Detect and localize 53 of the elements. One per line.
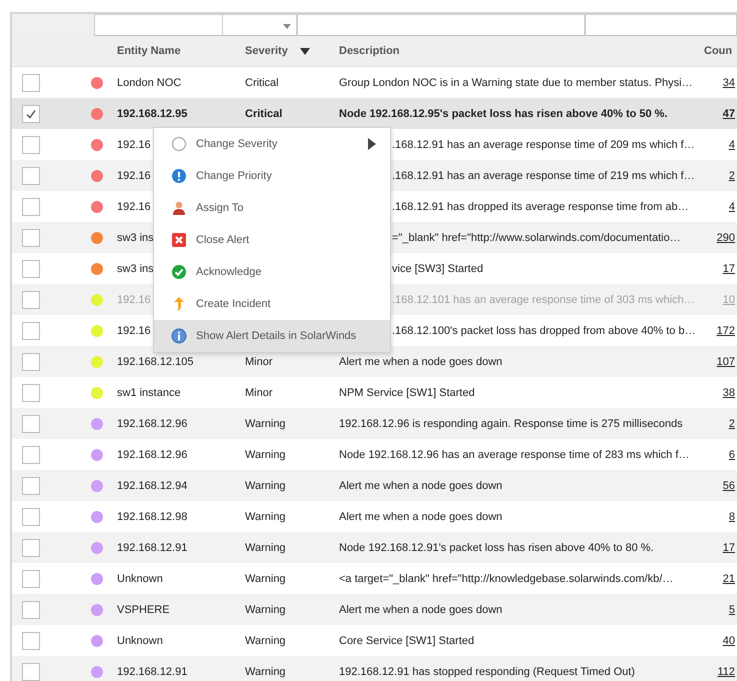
entity-name: London NOC xyxy=(117,76,182,88)
entity-name: Unknown xyxy=(117,572,163,584)
severity-text: Warning xyxy=(245,418,286,430)
entity-name: 192.16 xyxy=(117,138,151,150)
entity-name: 192.168.12.96 xyxy=(117,448,188,460)
description-text: Alert me when a node goes down xyxy=(339,604,502,616)
entity-name: 192.168.12.98 xyxy=(117,510,188,522)
entity-name: Unknown xyxy=(117,634,163,646)
entity-name: 192.168.12.105 xyxy=(117,356,194,368)
entity-name: 192.168.12.91 xyxy=(117,666,188,678)
severity-text: Warning xyxy=(245,448,286,460)
description-text: Group London NOC is in a Warning state due to member status. Physi… xyxy=(339,76,693,88)
entity-name: 192.168.12.95 xyxy=(117,108,188,120)
description-text: 192.168.12.96 is responding again. Response time is 275 milliseconds xyxy=(339,418,683,430)
description-text: 192.168.12.91 has stopped responding (Request Timed Out) xyxy=(339,666,635,678)
description-text: .168.12.101 has an average response time of 303 ms which… xyxy=(392,294,695,306)
entity-name: sw3 ins xyxy=(117,232,154,244)
description-text: NPM Service [SW1] Started xyxy=(339,386,475,398)
description-text: .168.12.91 has an average response time of 209 ms which f… xyxy=(392,138,695,150)
severity-text: Minor xyxy=(245,356,273,368)
description-text: Alert me when a node goes down xyxy=(339,356,502,368)
description-text: .168.12.91 has dropped its average response time from ab… xyxy=(392,200,689,212)
entity-name: 192.168.12.96 xyxy=(117,418,188,430)
entity-name: sw3 ins xyxy=(117,262,154,274)
description-text: vice [SW3] Started xyxy=(392,262,484,274)
severity-text: Warning xyxy=(245,666,286,678)
entity-name: 192.168.12.91 xyxy=(117,542,188,554)
description-text: Node 192.168.12.95's packet loss has risen above 40% to 50 %. xyxy=(339,108,668,120)
description-text: Node 192.168.12.96 has an average response time of 283 ms which f… xyxy=(339,448,690,460)
severity-text: Warning xyxy=(245,572,286,584)
description-text: Alert me when a node goes down xyxy=(339,480,502,492)
severity-text: Minor xyxy=(245,386,273,398)
description-text: .168.12.100's packet loss has dropped from above 40% to b… xyxy=(392,324,696,336)
entity-name: 192.16 xyxy=(117,200,151,212)
description-text: Node 192.168.12.91's packet loss has risen above 40% to 80 %. xyxy=(339,542,654,554)
entity-name: 192.16 xyxy=(117,294,151,306)
description-text: <a target="_blank" href="http://knowledgebase.solarwinds.com/kb/… xyxy=(339,572,674,584)
entity-name: 192.16 xyxy=(117,324,151,336)
description-text: Core Service [SW1] Started xyxy=(339,634,474,646)
severity-text: Warning xyxy=(245,604,286,616)
description-text: .168.12.91 has an average response time of 219 ms which f… xyxy=(392,170,695,182)
entity-name: 192.168.12.94 xyxy=(117,480,188,492)
severity-text: Critical xyxy=(245,76,279,88)
description-text: ="_blank" href="http://www.solarwinds.com/documentatio… xyxy=(392,232,681,244)
severity-text: Warning xyxy=(245,510,286,522)
severity-text: Critical xyxy=(245,108,282,120)
entity-name: sw1 instance xyxy=(117,386,181,398)
severity-text: Warning xyxy=(245,480,286,492)
severity-text: Warning xyxy=(245,542,286,554)
description-text: Alert me when a node goes down xyxy=(339,510,502,522)
entity-name: VSPHERE xyxy=(117,604,170,616)
entity-name: 192.16 xyxy=(117,170,151,182)
severity-text: Warning xyxy=(245,634,286,646)
